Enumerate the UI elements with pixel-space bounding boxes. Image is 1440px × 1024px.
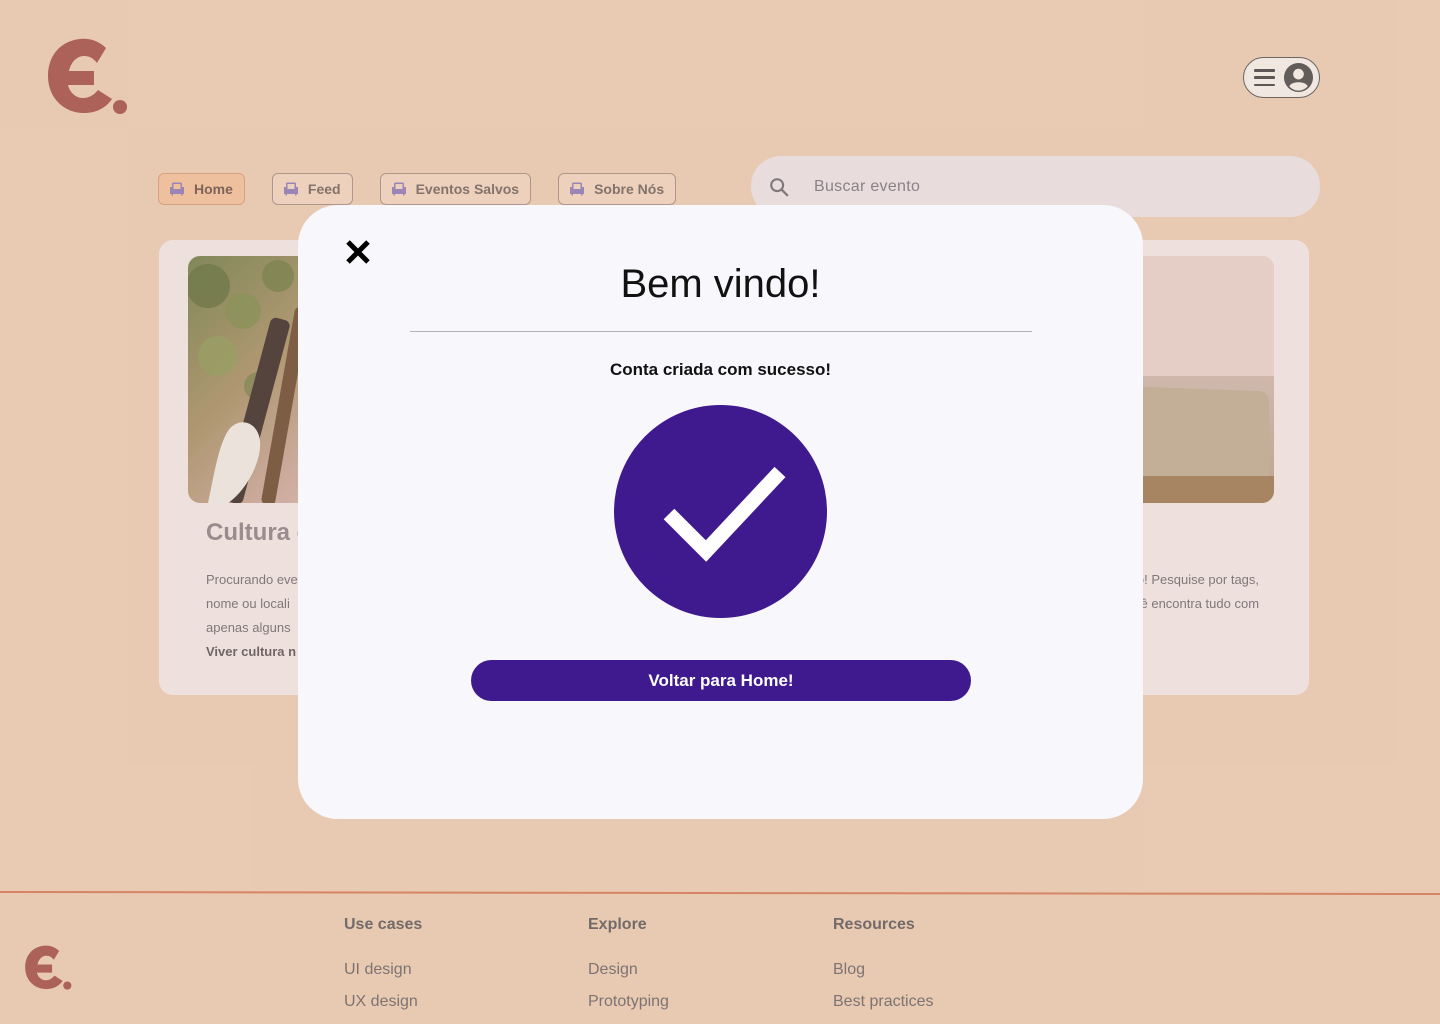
nav-item-sobre-nos[interactable]: Sobre Nós bbox=[558, 173, 677, 205]
modal-title: Bem vindo! bbox=[620, 262, 821, 306]
modal-divider bbox=[410, 331, 1032, 332]
sofa-icon bbox=[570, 182, 585, 196]
footer-link[interactable]: Design bbox=[588, 961, 669, 979]
user-avatar-icon bbox=[1283, 62, 1314, 93]
footer-heading: Resources bbox=[833, 916, 915, 933]
search-icon bbox=[770, 177, 789, 196]
hamburger-icon bbox=[1254, 69, 1275, 86]
sofa-icon bbox=[391, 182, 406, 196]
nav-item-eventos-salvos[interactable]: Eventos Salvos bbox=[379, 173, 532, 205]
brand-logo[interactable] bbox=[46, 38, 128, 116]
card-title: Cultura e bbox=[206, 519, 311, 546]
footer-link[interactable]: UI design bbox=[344, 961, 422, 979]
footer-link[interactable]: UX design bbox=[344, 993, 422, 1011]
footer-divider bbox=[0, 891, 1440, 896]
main-nav: Home Feed Eventos Salvos Sobre Nós bbox=[158, 173, 703, 205]
checkmark-icon bbox=[614, 405, 827, 618]
modal-subtitle: Conta criada com sucesso! bbox=[609, 360, 832, 379]
card-text-line: cê encontra tudo com bbox=[1134, 596, 1260, 611]
nav-item-label: Home bbox=[194, 181, 233, 197]
nav-item-home[interactable]: Home bbox=[158, 173, 245, 205]
card-text-line: lo! Pesquise por tags, bbox=[1134, 572, 1260, 587]
nav-item-label: Eventos Salvos bbox=[415, 181, 520, 197]
footer-link[interactable]: Best practices bbox=[833, 993, 933, 1011]
sofa-icon bbox=[283, 182, 298, 196]
back-to-home-button[interactable]: Voltar para Home! bbox=[471, 660, 971, 701]
footer-brand-logo[interactable] bbox=[24, 945, 72, 991]
footer-column-explore: Explore Design Prototyping bbox=[588, 916, 669, 1024]
search-input[interactable]: Buscar evento bbox=[814, 178, 920, 196]
footer-column-use-cases: Use cases UI design UX design bbox=[344, 916, 422, 1024]
footer-heading: Explore bbox=[588, 916, 647, 933]
card-description-right: lo! Pesquise por tags, cê encontra tudo … bbox=[1134, 568, 1259, 616]
card-text-bold: Viver cultura n bbox=[206, 644, 297, 659]
footer-link[interactable]: Blog bbox=[833, 961, 933, 979]
sofa-icon bbox=[170, 182, 184, 196]
welcome-modal: Bem vindo! Conta criada com sucesso! Vol… bbox=[298, 205, 1143, 819]
account-menu-button[interactable] bbox=[1243, 57, 1320, 98]
nav-item-label: Feed bbox=[307, 181, 341, 197]
footer-heading: Use cases bbox=[344, 916, 423, 933]
nav-item-feed[interactable]: Feed bbox=[271, 173, 353, 205]
nav-item-label: Sobre Nós bbox=[594, 181, 665, 197]
footer-link[interactable]: Prototyping bbox=[588, 993, 669, 1011]
footer-column-resources: Resources Blog Best practices bbox=[833, 916, 933, 1024]
